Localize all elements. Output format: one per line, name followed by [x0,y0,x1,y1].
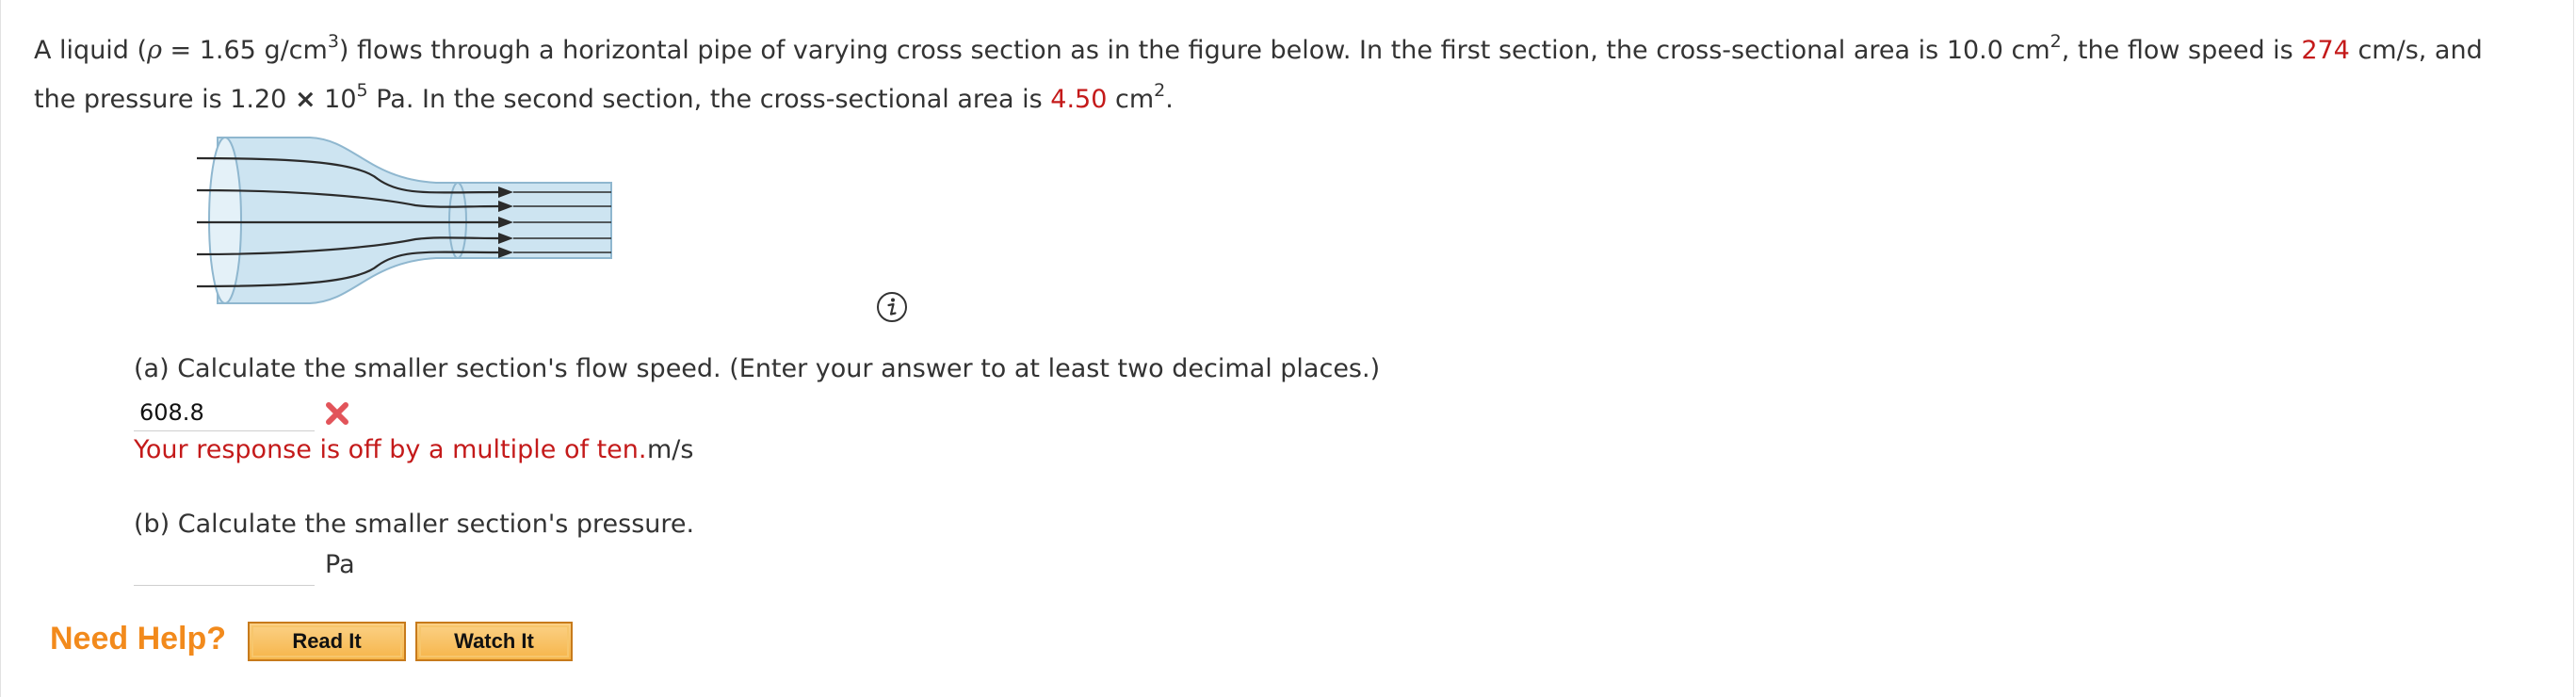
part-a-question: (a) Calculate the smaller section's flow… [134,354,1381,383]
part-b-answer-input[interactable] [134,548,315,586]
part-b-question: (b) Calculate the smaller section's pres… [134,510,695,539]
times-symbol: × [294,85,316,114]
density-exponent: 3 [327,31,339,52]
problem-text-end: . [1165,85,1174,114]
watch-it-button[interactable]: Watch It [415,622,573,661]
pipe-flow-figure [196,137,612,304]
info-icon[interactable] [875,290,909,324]
rho-symbol: ρ [147,36,162,65]
need-help-label: Need Help? [50,621,227,656]
problem-text-intro: A liquid ( [34,36,148,65]
area2-value: 4.50 [1050,85,1108,114]
problem-statement: A liquid (ρ = 1.65 g/cm3) flows through … [34,26,2520,124]
incorrect-x-icon [326,402,348,425]
problem-text-body: ) flows through a horizontal pipe of var… [338,36,2050,65]
problem-text-area2-lead: Pa. In the second section, the cross-sec… [367,85,1051,114]
area2-exponent: 2 [1154,80,1166,101]
problem-text-ten: 10 [316,85,357,114]
area2-unit: cm [1107,85,1155,114]
pipe-opening-large [208,137,242,304]
part-a-answer-input[interactable]: 608.8 [134,394,315,431]
problem-text-speed-lead: , the flow speed is [2061,36,2302,65]
read-it-button[interactable]: Read It [248,622,406,661]
pressure-exponent: 5 [356,80,368,101]
pipe-body [217,137,612,304]
area1-exponent: 2 [2049,31,2062,52]
question-frame: A liquid (ρ = 1.65 g/cm3) flows through … [0,0,2574,697]
speed-value: 274 [2301,36,2350,65]
part-a-unit: m/s [647,435,694,464]
problem-text-density: = 1.65 g/cm [161,36,328,65]
part-a-feedback: Your response is off by a multiple of te… [134,435,647,464]
part-b-unit: Pa [325,550,355,579]
